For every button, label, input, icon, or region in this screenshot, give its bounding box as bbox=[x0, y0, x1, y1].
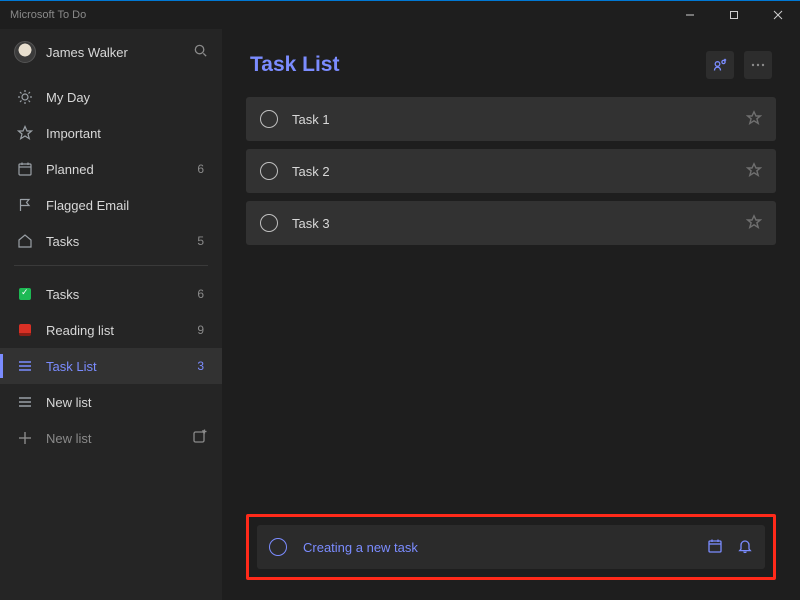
sidebar-item-label: Important bbox=[46, 126, 192, 141]
more-button[interactable] bbox=[744, 51, 772, 79]
smart-lists: My Day Important bbox=[0, 75, 222, 259]
app-window: Microsoft To Do James Walker bbox=[0, 0, 800, 600]
minimize-button[interactable] bbox=[668, 1, 712, 29]
complete-toggle[interactable] bbox=[260, 110, 278, 128]
task-title: Task 2 bbox=[292, 164, 732, 179]
sidebar-item-label: Task List bbox=[46, 359, 185, 374]
add-task-circle-icon bbox=[269, 538, 287, 556]
check-square-icon bbox=[16, 288, 34, 300]
titlebar: Microsoft To Do bbox=[0, 1, 800, 29]
new-list-label: New list bbox=[46, 431, 180, 446]
sidebar-item-label: Planned bbox=[46, 162, 185, 177]
color-square-icon bbox=[16, 324, 34, 336]
sidebar-item-newlist[interactable]: New list bbox=[0, 384, 222, 420]
sidebar-item-count: 9 bbox=[197, 323, 206, 337]
app-title: Microsoft To Do bbox=[10, 9, 86, 21]
sidebar-item-label: Tasks bbox=[46, 287, 185, 302]
share-button[interactable] bbox=[706, 51, 734, 79]
sidebar-item-label: Reading list bbox=[46, 323, 185, 338]
task-row[interactable]: Task 3 bbox=[246, 201, 776, 245]
sidebar-item-tasklist[interactable]: Task List 3 bbox=[0, 348, 222, 384]
profile-name: James Walker bbox=[46, 45, 183, 60]
sidebar-item-label: My Day bbox=[46, 90, 192, 105]
sidebar-item-important[interactable]: Important bbox=[0, 115, 222, 151]
sidebar-divider bbox=[14, 265, 208, 266]
star-icon[interactable] bbox=[746, 214, 762, 233]
window-controls bbox=[668, 1, 800, 29]
sun-icon bbox=[16, 89, 34, 105]
app-body: James Walker bbox=[0, 29, 800, 600]
task-row[interactable]: Task 2 bbox=[246, 149, 776, 193]
close-button[interactable] bbox=[756, 1, 800, 29]
sidebar: James Walker bbox=[0, 29, 222, 600]
complete-toggle[interactable] bbox=[260, 214, 278, 232]
add-task-bar[interactable] bbox=[257, 525, 765, 569]
maximize-button[interactable] bbox=[712, 1, 756, 29]
task-title: Task 1 bbox=[292, 112, 732, 127]
sidebar-item-label: Tasks bbox=[46, 234, 185, 249]
add-task-input[interactable] bbox=[301, 539, 693, 556]
sidebar-item-tasks[interactable]: Tasks 5 bbox=[0, 223, 222, 259]
sidebar-item-count: 6 bbox=[197, 287, 206, 301]
task-row[interactable]: Task 1 bbox=[246, 97, 776, 141]
plus-icon bbox=[16, 431, 34, 445]
add-task-actions bbox=[707, 538, 753, 557]
sidebar-item-count: 6 bbox=[197, 162, 206, 176]
sidebar-item-label: Flagged Email bbox=[46, 198, 192, 213]
profile-row[interactable]: James Walker bbox=[0, 29, 222, 75]
star-icon[interactable] bbox=[746, 162, 762, 181]
main-panel: Task List bbox=[222, 29, 800, 600]
star-icon bbox=[16, 125, 34, 141]
task-title: Task 3 bbox=[292, 216, 732, 231]
avatar bbox=[14, 41, 36, 63]
reminder-icon[interactable] bbox=[737, 538, 753, 557]
list-icon bbox=[16, 358, 34, 374]
sidebar-item-usertasks[interactable]: Tasks 6 bbox=[0, 276, 222, 312]
list-icon bbox=[16, 394, 34, 410]
search-icon[interactable] bbox=[193, 43, 208, 61]
sidebar-item-myday[interactable]: My Day bbox=[0, 79, 222, 115]
user-lists: Tasks 6 Reading list 9 Task List 3 bbox=[0, 272, 222, 420]
sidebar-item-flagged[interactable]: Flagged Email bbox=[0, 187, 222, 223]
sidebar-item-label: New list bbox=[46, 395, 192, 410]
star-icon[interactable] bbox=[746, 110, 762, 129]
new-group-icon[interactable] bbox=[192, 429, 208, 448]
sidebar-item-readinglist[interactable]: Reading list 9 bbox=[0, 312, 222, 348]
task-list: Task 1 Task 2 Task 3 bbox=[222, 97, 800, 245]
complete-toggle[interactable] bbox=[260, 162, 278, 180]
new-list-row[interactable]: New list bbox=[0, 420, 222, 456]
sidebar-item-planned[interactable]: Planned 6 bbox=[0, 151, 222, 187]
sidebar-item-count: 5 bbox=[197, 234, 206, 248]
header-actions bbox=[706, 51, 772, 79]
add-task-highlight bbox=[246, 514, 776, 580]
due-date-icon[interactable] bbox=[707, 538, 723, 557]
home-icon bbox=[16, 233, 34, 249]
sidebar-item-count: 3 bbox=[197, 359, 206, 373]
flag-icon bbox=[16, 197, 34, 213]
main-header: Task List bbox=[222, 29, 800, 97]
list-title[interactable]: Task List bbox=[250, 53, 706, 77]
calendar-icon bbox=[16, 161, 34, 177]
